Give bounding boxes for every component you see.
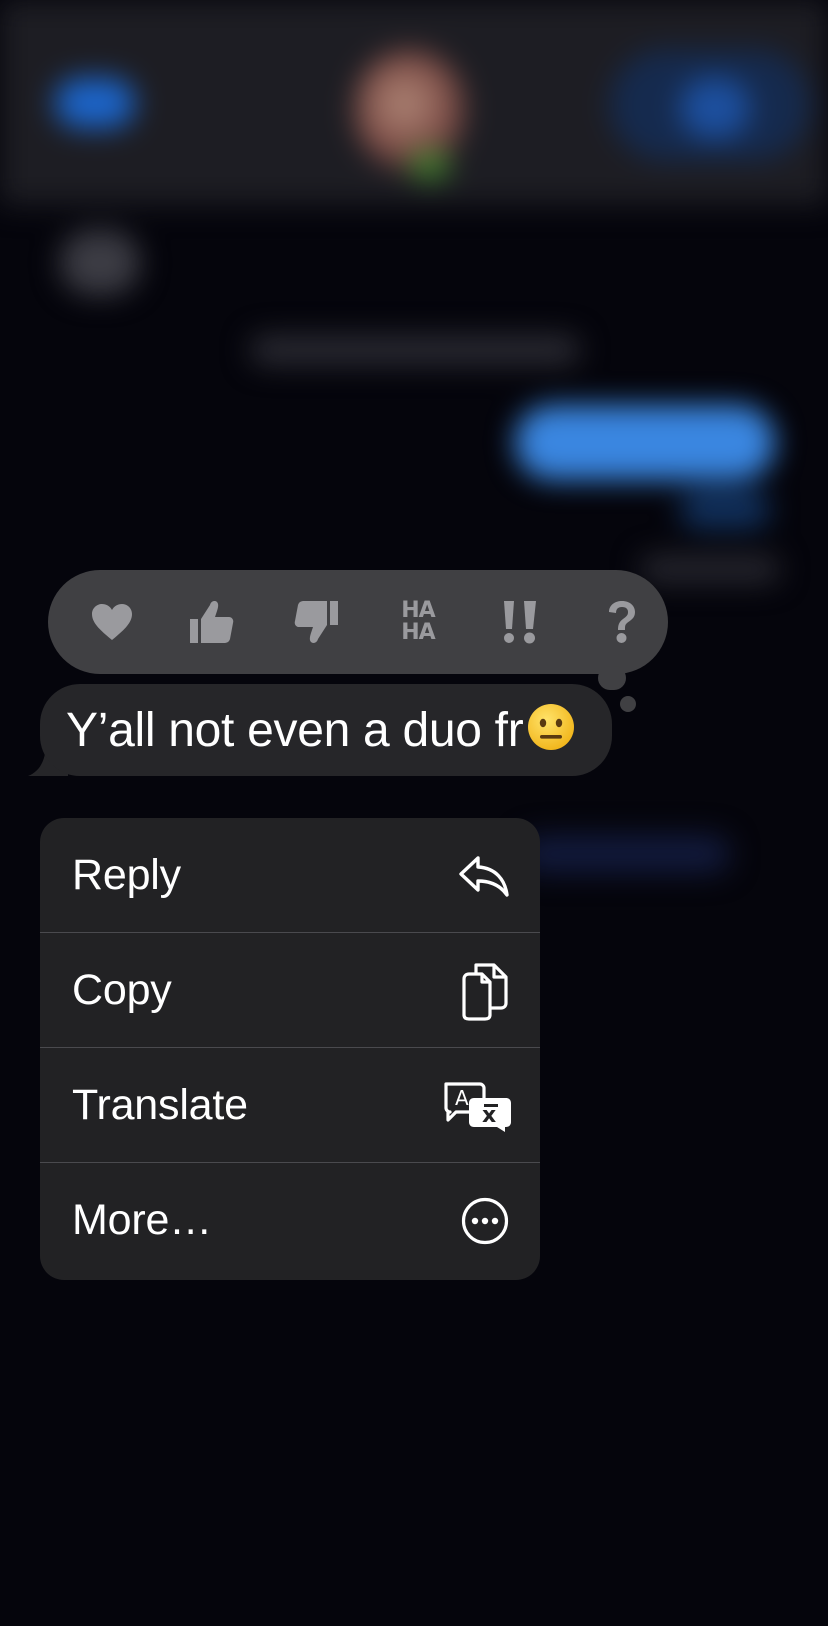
menu-item-copy[interactable]: Copy <box>40 933 540 1048</box>
double-exclamation-icon <box>504 601 536 644</box>
message-bubble[interactable]: Y’all not even a duo fr <box>40 684 612 776</box>
translate-icon: A x <box>442 1080 514 1132</box>
sent-message-blurred <box>515 405 775 480</box>
message-blurred-3 <box>520 835 730 873</box>
menu-item-label: Copy <box>72 966 172 1014</box>
menu-item-more[interactable]: More… <box>40 1163 540 1278</box>
menu-item-translate[interactable]: Translate A x <box>40 1048 540 1163</box>
menu-item-label: More… <box>72 1196 212 1244</box>
thumbs-down-icon <box>294 601 338 643</box>
neutral-face-emoji-icon <box>528 704 575 750</box>
sent-message-blurred-2 <box>680 490 770 528</box>
question-mark-icon <box>609 601 635 643</box>
menu-item-label: Translate <box>72 1081 248 1129</box>
back-button-blurred <box>55 78 135 128</box>
timestamp-blurred <box>250 335 580 365</box>
thumbs-up-icon <box>190 601 234 643</box>
menu-item-reply[interactable]: Reply <box>40 818 540 933</box>
haha-icon: HA HA <box>401 598 435 645</box>
tapback-question-button[interactable] <box>588 588 656 656</box>
menu-item-label: Reply <box>72 851 181 899</box>
tapback-thumbs-up-button[interactable] <box>178 588 246 656</box>
tapback-haha-button[interactable]: HA HA <box>384 588 452 656</box>
tapback-thumbs-down-button[interactable] <box>282 588 350 656</box>
reply-arrow-icon <box>458 854 510 898</box>
copy-documents-icon <box>460 961 510 1021</box>
message-text: Y’all not even a duo fr <box>66 703 524 757</box>
facetime-icon-blurred <box>680 78 750 138</box>
tapback-heart-button[interactable] <box>78 588 146 656</box>
delivered-status-blurred <box>640 555 780 583</box>
more-ellipsis-icon <box>460 1196 510 1246</box>
blurred-conversation-background <box>0 0 828 1626</box>
context-menu: Reply Copy Translate A x More… <box>40 818 540 1280</box>
tapback-bar-tail-dot <box>620 696 636 712</box>
tapback-emphasize-button[interactable] <box>486 588 554 656</box>
contact-status-blurred <box>410 150 450 180</box>
svg-text:A: A <box>455 1086 469 1110</box>
tapback-bar-tail <box>598 666 626 690</box>
heart-icon <box>92 604 132 640</box>
sender-avatar-blurred <box>60 230 140 295</box>
tapback-bar: HA HA <box>48 570 668 674</box>
contact-avatar-blurred <box>355 50 465 170</box>
